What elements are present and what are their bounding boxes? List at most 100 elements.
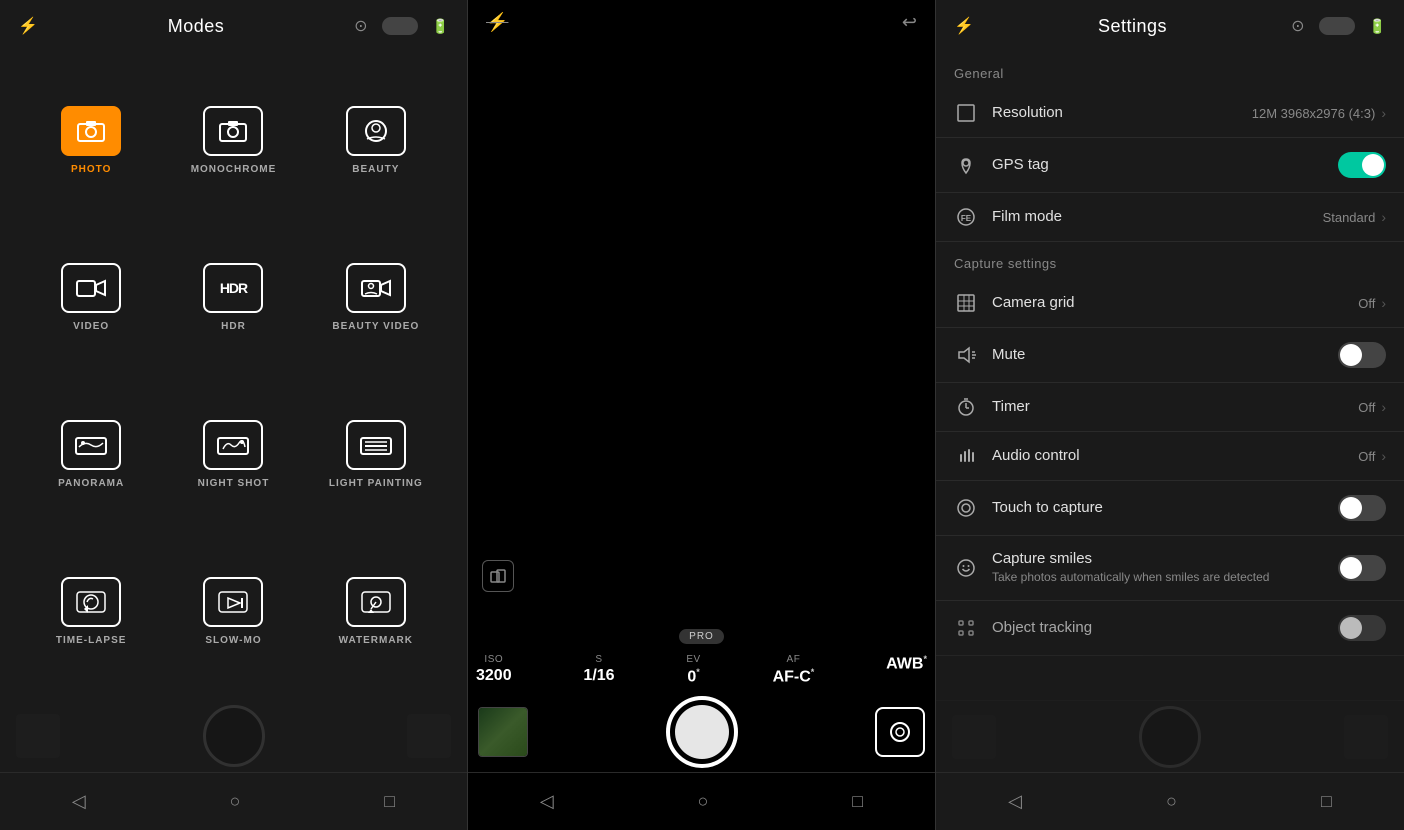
settings-panel: ⚡ Settings ⊙ 🔋 General Resolution 12M 39… [936,0,1404,830]
general-section-header: General [936,52,1404,89]
modes-toggle[interactable] [382,17,418,35]
awb-value: AWB* [886,654,927,673]
settings-mute[interactable]: Mute [936,328,1404,383]
settings-bottom-nav: ◁ ○ □ [936,772,1404,830]
af-setting[interactable]: AF AF-C* [773,654,815,686]
settings-touch-capture[interactable]: Touch to capture [936,481,1404,536]
shutter-setting[interactable]: S 1/16 [583,654,614,685]
smiles-sublabel: Take photos automatically when smiles ar… [992,570,1324,586]
ev-setting[interactable]: EV 0* [686,654,700,686]
mode-night-shot[interactable]: NIGHT SHOT [162,376,304,533]
timer-label: Timer [992,398,1030,415]
smiles-toggle-knob [1340,557,1362,579]
settings-title: Settings [1098,16,1167,37]
mode-slow-mo[interactable]: SLOW-MO [162,533,304,690]
settings-back-button[interactable]: ◁ [1008,791,1022,812]
mode-beauty-label: BEAUTY [352,164,399,175]
smiles-toggle[interactable] [1338,555,1386,581]
settings-resolution[interactable]: Resolution 12M 3968x2976 (4:3) › [936,89,1404,138]
format-button[interactable] [482,560,514,592]
camera-rotate-icon[interactable]: ↩ [902,12,917,33]
grid-right: Off › [1358,295,1386,311]
settings-recent-button[interactable]: □ [1321,791,1332,812]
shutter-button[interactable] [666,696,738,768]
camera-back-button[interactable]: ◁ [540,791,554,812]
iso-label: ISO [484,654,503,665]
gallery-thumbnail[interactable] [478,707,528,757]
camera-recent-button[interactable]: □ [852,791,863,812]
iso-setting[interactable]: ISO 3200 [476,654,512,685]
modes-top-bar: ⚡ Modes ⊙ 🔋 [0,0,467,52]
camera-home-button[interactable]: ○ [698,791,709,812]
mode-beauty[interactable]: BEAUTY [305,62,447,219]
mode-photo[interactable]: PHOTO [20,62,162,219]
battery-icon: 🔋 [432,18,449,35]
resolution-chevron: › [1381,105,1386,121]
settings-home-button[interactable]: ○ [1166,791,1177,812]
timer-right: Off › [1358,399,1386,415]
audio-content: Audio control [992,447,1344,465]
mode-light-painting-icon [346,420,406,470]
resolution-content: Resolution [992,104,1238,122]
settings-flash-icon[interactable]: ⚡ [954,16,974,36]
mode-video[interactable]: VIDEO [20,219,162,376]
mode-time-lapse[interactable]: TIME-LAPSE [20,533,162,690]
back-button[interactable]: ◁ [72,791,86,812]
settings-header-toggle[interactable] [1319,17,1355,35]
settings-camera-grid[interactable]: Camera grid Off › [936,279,1404,328]
timer-content: Timer [992,398,1344,416]
mode-beauty-video[interactable]: BEAUTY VIDEO [305,219,447,376]
audio-chevron: › [1381,448,1386,464]
resolution-icon [954,103,978,123]
settings-top-icons: ⊙ 🔋 [1291,16,1386,36]
recent-button[interactable]: □ [384,791,395,812]
camera-shutter-row [468,692,935,772]
settings-film-mode[interactable]: FE Film mode Standard › [936,193,1404,242]
settings-object-tracking[interactable]: Object tracking [936,601,1404,656]
gps-toggle-knob [1362,154,1384,176]
settings-audio-control[interactable]: Audio control Off › [936,432,1404,481]
tracking-label: Object tracking [992,619,1092,636]
film-icon: FE [954,207,978,227]
mode-hdr-label: HDR [221,321,246,332]
mode-switch-button[interactable] [875,707,925,757]
camera-flash-icon[interactable]: ⚡ [486,12,508,33]
flash-icon[interactable]: ⚡ [18,16,38,36]
audio-value: Off [1358,449,1375,464]
mode-hdr[interactable]: HDR HDR [162,219,304,376]
touch-toggle-knob [1340,497,1362,519]
mode-monochrome-icon [203,106,263,156]
settings-timer[interactable]: Timer Off › [936,383,1404,432]
mode-panorama-icon [61,420,121,470]
settings-capture-smiles[interactable]: Capture smiles Take photos automatically… [936,536,1404,601]
gps-icon [954,155,978,175]
awb-setting[interactable]: AWB* [886,654,927,673]
modes-panel: ⚡ Modes ⊙ 🔋 PHOTO [0,0,468,830]
camera-panel: ⚡ ↩ PRO ISO 3200 S 1/16 [468,0,936,830]
tracking-toggle[interactable] [1338,615,1386,641]
resolution-right: 12M 3968x2976 (4:3) › [1252,105,1386,121]
mode-watermark[interactable]: WATERMARK [305,533,447,690]
mode-night-shot-label: NIGHT SHOT [198,478,270,489]
touch-toggle[interactable] [1338,495,1386,521]
mode-light-painting[interactable]: LIGHT PAINTING [305,376,447,533]
mode-beauty-icon [346,106,406,156]
gps-content: GPS tag [992,156,1324,174]
pro-badge-wrap: PRO [468,626,935,648]
timer-value: Off [1358,400,1375,415]
af-value: AF-C* [773,667,815,686]
home-button[interactable]: ○ [230,791,241,812]
mute-content: Mute [992,346,1324,364]
audio-label: Audio control [992,447,1080,464]
mode-monochrome[interactable]: MONOCHROME [162,62,304,219]
settings-gps[interactable]: GPS tag [936,138,1404,193]
grid-content: Camera grid [992,294,1344,312]
touch-icon [954,498,978,518]
mode-beauty-video-icon [346,263,406,313]
mute-toggle[interactable] [1338,342,1386,368]
gps-toggle[interactable] [1338,152,1386,178]
mode-panorama[interactable]: PANORAMA [20,376,162,533]
mute-label: Mute [992,346,1025,363]
mode-slow-mo-icon [203,577,263,627]
mode-time-lapse-icon [61,577,121,627]
